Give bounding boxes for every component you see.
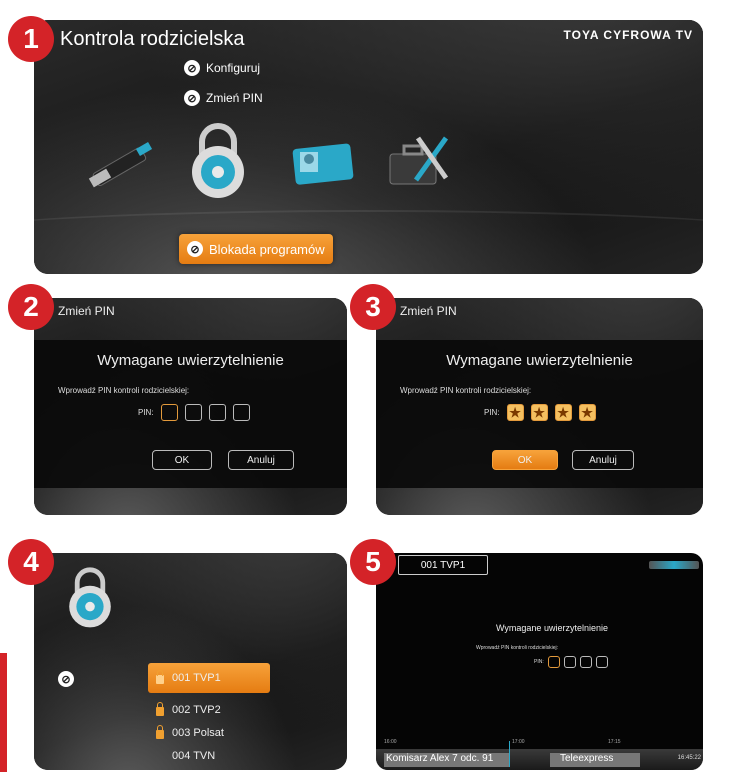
pin-digit-field[interactable] xyxy=(208,404,226,421)
pin-entry[interactable]: PIN: ★ ★ ★ ★ xyxy=(484,404,596,421)
lock-icon: ⊘ xyxy=(184,60,200,76)
auth-dialog: Wymagane uwierzytelnienie Wprowadź PIN k… xyxy=(376,340,703,488)
status-icons xyxy=(649,561,699,569)
channel-item[interactable]: 004 TVN xyxy=(172,750,215,762)
ok-button[interactable]: OK xyxy=(152,450,212,470)
padlock-icon xyxy=(69,567,111,628)
pin-digit-field[interactable] xyxy=(563,656,576,668)
tv-locked-channel-panel: 001 TVP1 Wymagane uwierzytelnienie Wprow… xyxy=(376,553,703,770)
usb-stick-icon[interactable] xyxy=(82,135,157,195)
toolbox-icon[interactable] xyxy=(386,130,452,190)
pin-entry[interactable]: PIN: xyxy=(534,656,608,668)
pin-prompt: Wprowadź PIN kontroli rodzicielskiej: xyxy=(476,645,558,651)
epg-timeline: 16:00 17:00 17:15 Komisarz Alex 7 odc. 9… xyxy=(376,739,703,770)
pin-digit-field[interactable]: ★ xyxy=(578,404,596,421)
lock-icon: ⊘ xyxy=(184,90,200,106)
padlock-icon xyxy=(156,670,164,684)
cancel-button[interactable]: Anuluj xyxy=(572,450,634,470)
channel-item[interactable]: 003 Polsat xyxy=(156,725,224,739)
program-block[interactable]: Teleexpress xyxy=(550,753,640,767)
pin-digit-field[interactable] xyxy=(184,404,202,421)
pin-digit-field[interactable] xyxy=(160,404,178,421)
auth-dialog: Wymagane uwierzytelnienie Wprowadź PIN k… xyxy=(34,340,347,488)
step-badge: 5 xyxy=(350,539,396,585)
menu-item-configure[interactable]: ⊘ Konfiguruj xyxy=(184,60,260,76)
lock-icon: ⊘ xyxy=(58,671,74,687)
brand-logo: TOYA CYFROWA TV xyxy=(563,28,693,42)
channel-lock-panel: ⊘ 001 TVP1 002 TVP2 003 Polsat 004 TVN xyxy=(34,553,347,770)
id-card-icon[interactable] xyxy=(292,142,356,186)
program-block[interactable]: Komisarz Alex 7 odc. 91 xyxy=(384,753,510,767)
accent-bar xyxy=(0,653,7,772)
cancel-button[interactable]: Anuluj xyxy=(228,450,294,470)
panel-header: Zmień PIN xyxy=(400,304,457,318)
menu-item-change-pin[interactable]: ⊘ Zmień PIN xyxy=(184,90,263,106)
dialog-title: Wymagane uwierzytelnienie xyxy=(446,352,633,369)
channel-item-selected[interactable]: 001 TVP1 xyxy=(148,663,270,693)
pin-prompt: Wprowadź PIN kontroli rodzicielskiej: xyxy=(58,386,190,395)
pin-digit-field[interactable] xyxy=(547,656,560,668)
pin-digit-field[interactable]: ★ xyxy=(530,404,548,421)
change-pin-panel-filled: Zmień PIN Wymagane uwierzytelnienie Wpro… xyxy=(376,298,703,515)
pin-digit-field[interactable] xyxy=(595,656,608,668)
parental-control-panel: Kontrola rodzicielska TOYA CYFROWA TV ⊘ … xyxy=(34,20,703,274)
pin-digit-field[interactable] xyxy=(232,404,250,421)
pin-prompt: Wprowadź PIN kontroli rodzicielskiej: xyxy=(400,386,532,395)
padlock-icon xyxy=(156,725,164,739)
dialog-title: Wymagane uwierzytelnienie xyxy=(97,352,284,369)
change-pin-panel-empty: Zmień PIN Wymagane uwierzytelnienie Wpro… xyxy=(34,298,347,515)
channel-item[interactable]: 002 TVP2 xyxy=(156,702,221,716)
pin-entry[interactable]: PIN: xyxy=(138,404,250,421)
step-badge: 4 xyxy=(8,539,54,585)
timeline-now-marker xyxy=(509,741,510,767)
step-badge: 1 xyxy=(8,16,54,62)
padlock-icon[interactable] xyxy=(186,120,250,200)
pin-digit-field[interactable]: ★ xyxy=(554,404,572,421)
step-badge: 2 xyxy=(8,284,54,330)
lock-icon: ⊘ xyxy=(187,241,203,257)
pin-digit-field[interactable] xyxy=(579,656,592,668)
page-title: Kontrola rodzicielska xyxy=(60,28,245,50)
ok-button[interactable]: OK xyxy=(492,450,558,470)
padlock-icon xyxy=(156,702,164,716)
panel-header: Zmień PIN xyxy=(58,304,115,318)
dialog-title: Wymagane uwierzytelnienie xyxy=(496,623,608,633)
channel-banner: 001 TVP1 xyxy=(398,555,488,575)
program-lock-button[interactable]: ⊘ Blokada programów xyxy=(179,234,333,264)
step-badge: 3 xyxy=(350,284,396,330)
pin-digit-field[interactable]: ★ xyxy=(506,404,524,421)
clock: 16:45:22 xyxy=(677,755,701,761)
